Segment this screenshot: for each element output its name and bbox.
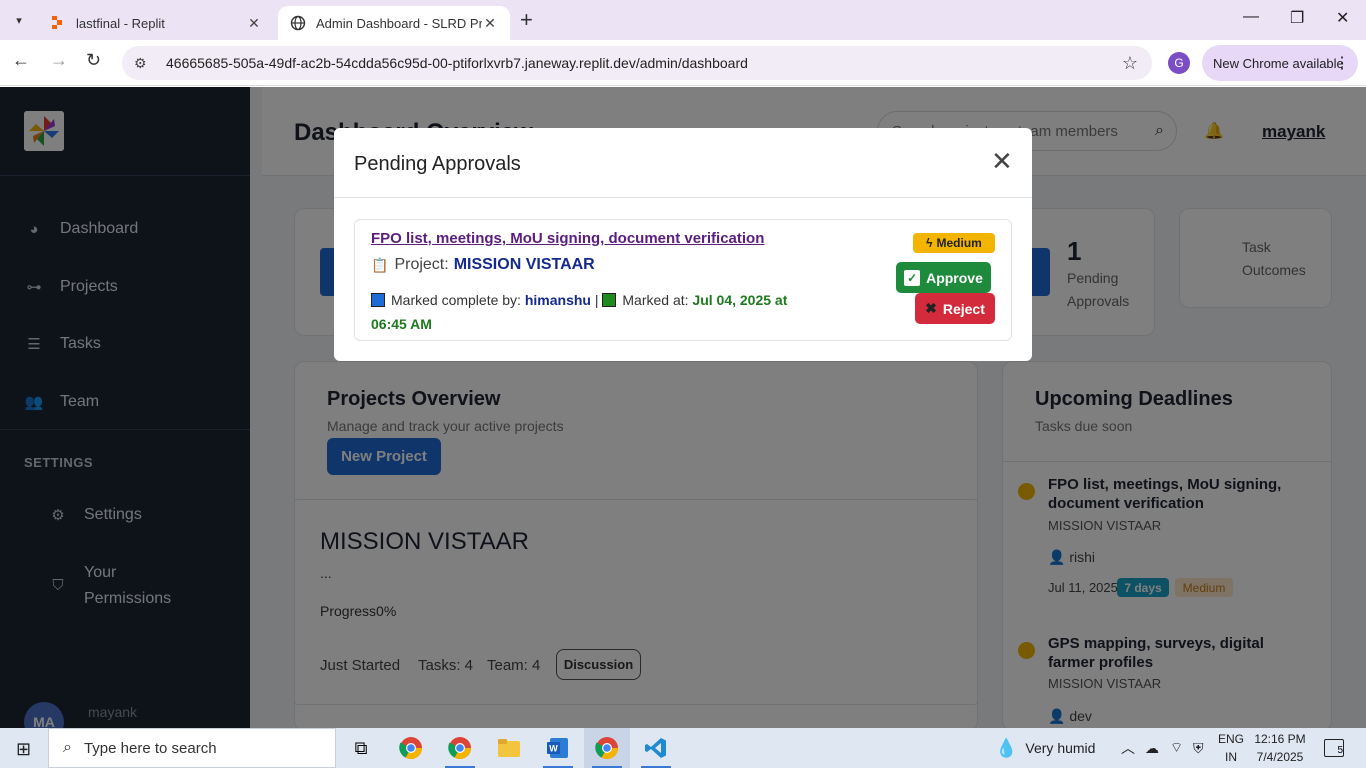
file-explorer-icon[interactable] [486, 728, 532, 768]
clipboard-icon: 📋 [371, 256, 389, 273]
bookmark-star-icon[interactable]: ☆ [1122, 53, 1138, 74]
replit-favicon-icon [52, 16, 62, 29]
onedrive-icon[interactable]: ☁ [1145, 728, 1159, 768]
tab-close-icon[interactable]: ✕ [482, 15, 498, 32]
taskbar-search-input[interactable]: ⌕ Type here to search [48, 728, 336, 768]
weather-widget[interactable]: 💧 Very humid [995, 728, 1095, 768]
reject-button[interactable]: ✖ Reject [915, 293, 995, 324]
notification-center-icon[interactable]: 5 [1324, 739, 1344, 757]
chrome-profile-g-icon[interactable] [584, 728, 630, 768]
browser-tab-lastfinal[interactable]: lastfinal - Replit ✕ [38, 6, 274, 40]
close-window-button[interactable]: ✕ [1336, 8, 1349, 28]
browser-toolbar: ← → ↻ ⚙ 46665685-505a-49df-ac2b-54cdda56… [0, 40, 1366, 86]
new-chrome-available-button[interactable]: New Chrome available ⋮ [1202, 45, 1358, 81]
approval-item: FPO list, meetings, MoU signing, documen… [354, 219, 1012, 341]
new-tab-button[interactable]: + [520, 9, 533, 31]
green-square-icon [602, 293, 617, 307]
url-text[interactable]: 46665685-505a-49df-ac2b-54cdda56c95d-00-… [166, 55, 748, 71]
approval-task-link[interactable]: FPO list, meetings, MoU signing, documen… [371, 230, 764, 247]
page-viewport: ◕ Dashboard ⊶ Projects ☰ Tasks 👥 Team SE… [0, 87, 1366, 728]
security-icon[interactable]: ⛨ [1193, 728, 1204, 768]
show-hidden-icons[interactable]: ︿ [1121, 728, 1135, 768]
tab-search-dropdown-icon[interactable]: ▾ [6, 7, 32, 33]
priority-badge: ϟ Medium [913, 233, 995, 253]
svg-text:W: W [549, 744, 558, 754]
browser-tab-admin-dashboard[interactable]: Admin Dashboard - SLRD Proje ✕ [278, 6, 510, 40]
tab-close-icon[interactable]: ✕ [246, 15, 262, 32]
approval-project-name: MISSION VISTAAR [453, 256, 595, 273]
blue-square-icon [371, 293, 385, 307]
close-icon[interactable]: ✕ [991, 148, 1013, 174]
globe-favicon-icon [290, 15, 306, 31]
profile-avatar[interactable]: G [1168, 52, 1190, 74]
minimize-button[interactable]: — [1243, 8, 1259, 26]
forward-arrow-icon[interactable]: → [50, 50, 68, 71]
system-clock[interactable]: 12:16 PM 7/4/2025 [1250, 730, 1310, 766]
bolt-icon: ϟ [926, 236, 933, 250]
site-info-icon[interactable]: ⚙ [134, 55, 152, 72]
chrome-profile-m-icon[interactable] [437, 728, 483, 768]
vscode-logo-icon [645, 738, 666, 758]
back-arrow-icon[interactable]: ← [12, 50, 30, 71]
pending-approvals-modal: Pending Approvals ✕ FPO list, meetings, … [334, 128, 1032, 361]
input-language[interactable]: ENG IN [1218, 730, 1244, 766]
chrome-logo-icon [595, 737, 618, 759]
modal-title: Pending Approvals [354, 153, 521, 175]
humidity-drop-icon: 💧 [995, 737, 1018, 758]
browser-tab-strip: ▾ lastfinal - Replit ✕ Admin Dashboard -… [0, 0, 1366, 40]
reload-icon[interactable]: ↻ [86, 50, 101, 71]
completed-by-user: himanshu [524, 292, 591, 308]
modal-header: Pending Approvals ✕ [334, 128, 1032, 198]
approve-button[interactable]: ✓ Approve [896, 262, 991, 293]
address-bar[interactable]: ⚙ 46665685-505a-49df-ac2b-54cdda56c95d-0… [122, 46, 1152, 80]
tab-title: lastfinal - Replit [76, 15, 165, 31]
word-logo-icon: W [547, 738, 568, 758]
word-icon[interactable]: W [535, 728, 581, 768]
x-mark-icon: ✖ [925, 300, 937, 316]
folder-icon [498, 739, 520, 757]
vscode-icon[interactable] [633, 728, 679, 768]
new-chrome-label: New Chrome available [1213, 55, 1344, 71]
task-view-icon[interactable]: ⧉ [338, 728, 384, 768]
more-menu-icon[interactable]: ⋮ [1334, 53, 1350, 73]
windows-taskbar: ⊞ ⌕ Type here to search ⧉ W 💧 Very humid… [0, 728, 1366, 768]
approval-meta: Marked complete by: himanshu | Marked at… [371, 292, 788, 332]
wifi-icon[interactable]: ⌔ [1170, 728, 1183, 768]
search-icon: ⌕ [63, 739, 72, 756]
windows-start-icon[interactable]: ⊞ [16, 739, 31, 760]
approval-project: 📋 Project: MISSION VISTAAR [371, 256, 595, 273]
tab-title: Admin Dashboard - SLRD Proje [316, 15, 482, 31]
check-icon: ✓ [904, 269, 921, 286]
chrome-logo-icon [448, 737, 471, 759]
chrome-icon[interactable] [388, 728, 434, 768]
chrome-logo-icon [399, 737, 422, 759]
maximize-button[interactable]: ❐ [1290, 8, 1304, 28]
